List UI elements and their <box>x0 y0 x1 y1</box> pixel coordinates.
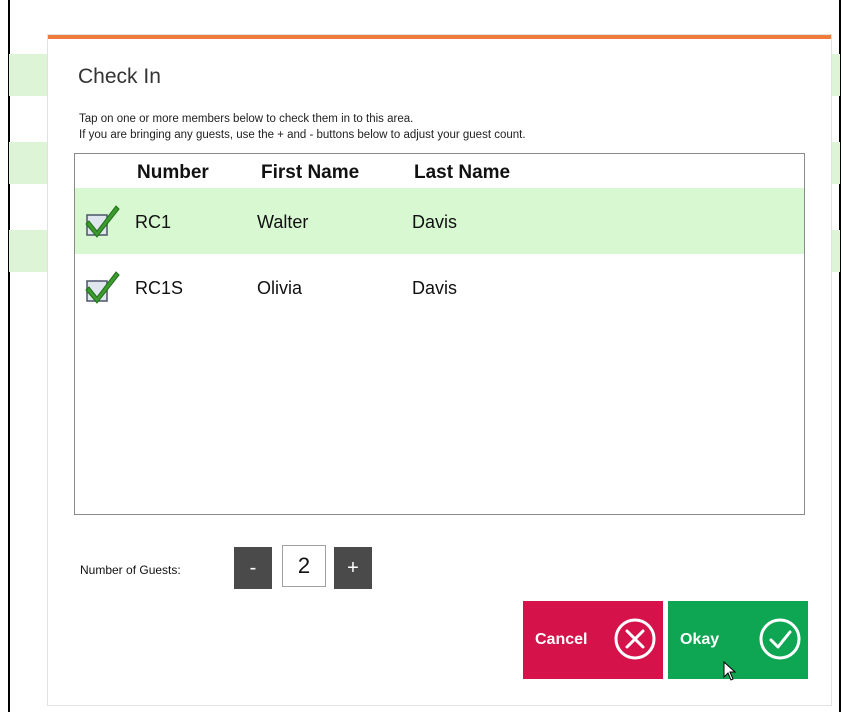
checkbox-checked-icon[interactable] <box>83 201 121 239</box>
column-header-number: Number <box>137 162 209 183</box>
table-header: Number First Name Last Name <box>75 154 804 188</box>
frame-border-left <box>8 0 10 712</box>
table-row[interactable]: RC1 Walter Davis <box>75 188 804 254</box>
column-header-first-name: First Name <box>261 162 360 183</box>
cell-number: RC1S <box>135 278 184 298</box>
cell-last-name: Davis <box>412 278 458 298</box>
decrease-guests-button[interactable]: - <box>234 547 272 589</box>
cell-last-name: Davis <box>412 212 458 232</box>
frame-border-right <box>839 0 841 712</box>
cell-number: RC1 <box>135 212 172 232</box>
mouse-pointer-icon <box>723 661 737 681</box>
instruction-line: If you are bringing any guests, use the … <box>79 129 526 141</box>
cancel-button[interactable]: Cancel <box>523 601 663 679</box>
guests-label: Number of Guests: <box>80 563 181 577</box>
guest-count-field[interactable]: 2 <box>282 545 326 587</box>
table-row[interactable]: RC1S Olivia Davis <box>75 254 804 320</box>
okay-button[interactable]: Okay <box>668 601 808 679</box>
cell-first-name: Olivia <box>257 278 303 298</box>
instruction-line: Tap on one or more members below to chec… <box>79 113 414 125</box>
cancel-label: Cancel <box>535 631 588 648</box>
column-header-last-name: Last Name <box>414 162 511 183</box>
check-in-dialog: Check In Tap on one or more members belo… <box>48 35 831 705</box>
checkbox-checked-icon[interactable] <box>83 267 121 305</box>
instructions-text: Tap on one or more members below to chec… <box>79 111 526 143</box>
checkmark-circle-icon <box>759 618 801 660</box>
dialog-title: Check In <box>78 65 161 88</box>
members-table: Number First Name Last Name RC1 Walter D… <box>74 153 805 515</box>
increase-guests-button[interactable]: + <box>334 547 372 589</box>
close-circle-icon <box>614 618 656 660</box>
cell-first-name: Walter <box>257 212 309 232</box>
okay-label: Okay <box>680 631 720 648</box>
